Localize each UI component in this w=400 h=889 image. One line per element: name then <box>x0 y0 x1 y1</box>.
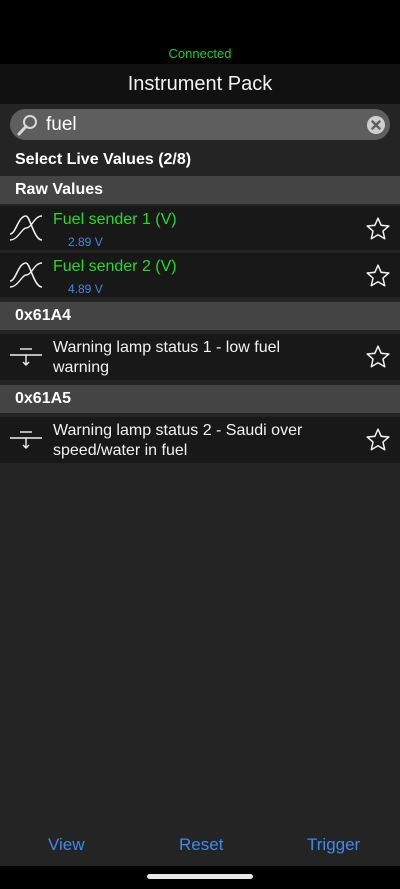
star-outline-icon[interactable] <box>365 427 391 453</box>
list-item-warning-lamp-2[interactable]: Warning lamp status 2 - Saudi over speed… <box>0 417 400 463</box>
switch-icon <box>10 348 42 366</box>
star-outline-icon[interactable] <box>365 344 391 370</box>
clear-search-icon[interactable] <box>366 115 386 135</box>
sine-wave-icon <box>9 215 43 241</box>
list-item-fuel-sender-1[interactable]: Fuel sender 1 (V) 2.89 V <box>0 206 400 250</box>
search-box[interactable] <box>10 109 390 140</box>
section-title: 0x61A5 <box>15 390 72 407</box>
section-header-0x61a5: 0x61A5 <box>0 385 400 413</box>
item-label: Warning lamp status 1 - low fuel warning <box>53 338 353 378</box>
search-input[interactable] <box>46 113 346 137</box>
star-outline-icon[interactable] <box>365 216 391 242</box>
star-outline-icon[interactable] <box>365 263 391 289</box>
title-bar: Instrument Pack <box>0 64 400 104</box>
item-label-line-2: warning <box>53 359 110 376</box>
connection-status: Connected <box>168 46 232 61</box>
section-header-raw-values: Raw Values <box>0 176 400 204</box>
bottom-toolbar: View Reset Trigger <box>0 826 400 866</box>
section-title: Raw Values <box>15 181 104 198</box>
trigger-button[interactable]: Trigger <box>307 834 360 856</box>
item-label: Warning lamp status 2 - Saudi over speed… <box>53 421 353 461</box>
section-title: 0x61A4 <box>15 307 72 324</box>
search-bar <box>0 104 400 146</box>
view-button[interactable]: View <box>48 834 85 856</box>
status-bar: Connected <box>0 0 400 64</box>
item-label-line-1: Warning lamp status 2 - Saudi over <box>53 422 303 439</box>
item-label-line-2: speed/water in fuel <box>53 442 188 459</box>
list-item-warning-lamp-1[interactable]: Warning lamp status 1 - low fuel warning <box>0 334 400 380</box>
reset-button[interactable]: Reset <box>179 834 223 856</box>
item-label: Fuel sender 1 (V) <box>53 211 177 228</box>
navigation-bar <box>0 866 400 889</box>
page-title: Instrument Pack <box>127 73 273 95</box>
switch-icon <box>10 431 42 449</box>
item-label: Fuel sender 2 (V) <box>53 258 177 275</box>
item-value: 4.89 V <box>68 282 103 296</box>
item-label-line-1: Warning lamp status 1 - low fuel <box>53 339 281 356</box>
app-screen: Connected Instrument Pack Select Live Va… <box>0 0 400 889</box>
section-header-0x61a4: 0x61A4 <box>0 302 400 330</box>
home-gesture-handle[interactable] <box>147 874 253 879</box>
list-item-fuel-sender-2[interactable]: Fuel sender 2 (V) 4.89 V <box>0 253 400 297</box>
search-icon <box>17 115 37 136</box>
selection-count-heading: Select Live Values (2/8) <box>15 151 192 168</box>
item-value: 2.89 V <box>68 235 103 249</box>
sine-wave-icon <box>9 262 43 288</box>
